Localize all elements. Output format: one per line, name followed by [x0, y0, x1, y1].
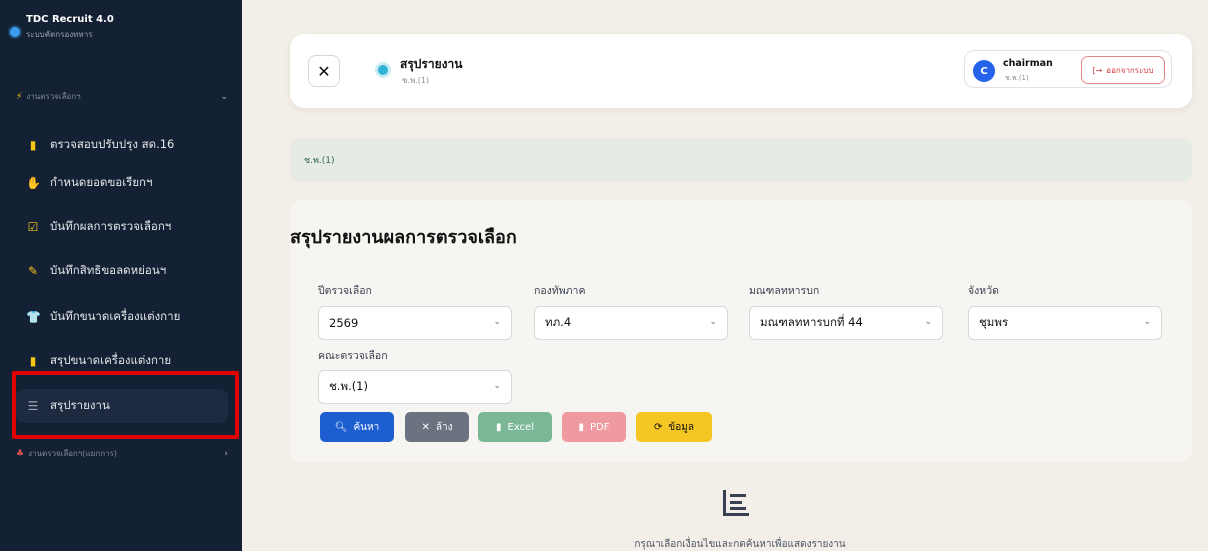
clipboard-icon: ▮: [29, 138, 37, 152]
sidebar-item-report-summary[interactable]: ☰ สรุปรายงาน: [16, 389, 228, 423]
committee-select[interactable]: ช.พ.(1) ⌄: [318, 370, 512, 404]
sidebar-item-quota[interactable]: ✋ กำหนดยอดขอเรียกฯ: [16, 166, 228, 200]
clear-label: ล้าง: [435, 421, 453, 433]
province-value: ชุมพร: [979, 315, 1009, 329]
breadcrumb-text: ช.พ.(1): [304, 156, 335, 166]
sidebar-item-label: สรุปขนาดเครื่องแต่งกาย: [50, 353, 172, 367]
sidebar-item-label: บันทึกขนาดเครื่องแต่งกาย: [50, 309, 181, 323]
sidebar-group-label: งานตรวจเลือกฯ(แยกการ): [28, 449, 117, 458]
year-value: 2569: [329, 316, 359, 330]
sidebar: TDC Recruit 4.0 ระบบคัดกรองทหาร ⚡ งานตรว…: [0, 0, 242, 551]
sidebar-item-record-results[interactable]: ☑ บันทึกผลการตรวจเลือกฯ: [16, 210, 228, 244]
sitemap-icon: ♣: [16, 448, 25, 459]
district-label: มณฑลทหารบก: [749, 285, 820, 297]
list-report-icon: [723, 490, 749, 516]
clear-button[interactable]: ✕ ล้าง: [405, 412, 469, 442]
data-button[interactable]: ⟳ ข้อมูล: [636, 412, 712, 442]
logout-button[interactable]: [→ ออกจากระบบ: [1081, 56, 1165, 84]
user-role: ช.พ.(1): [1005, 74, 1029, 82]
page-subtitle: ช.พ.(1): [402, 76, 430, 85]
search-label: ค้นหา: [353, 421, 380, 433]
year-label: ปีตรวจเลือก: [318, 285, 372, 297]
search-icon: 🔍︎: [334, 421, 348, 433]
sidebar-item-label: กำหนดยอดขอเรียกฯ: [50, 175, 153, 189]
status-dot-icon: [378, 65, 388, 75]
breadcrumb: ช.พ.(1): [290, 138, 1192, 182]
sidebar-item-label: ตรวจสอบปรับปรุง สด.16: [50, 137, 175, 151]
chevron-down-icon: ⌄: [924, 317, 932, 327]
excel-label: Excel: [507, 421, 535, 433]
district-select[interactable]: มณฑลทหารบกที่ 44 ⌄: [749, 306, 943, 340]
sidebar-item-uniform-summary[interactable]: ▮ สรุปขนาดเครื่องแต่งกาย: [16, 344, 228, 378]
page-title: สรุปรายงาน: [400, 57, 463, 71]
brand-dot-icon: [10, 27, 20, 37]
hand-icon: ✋: [26, 176, 41, 190]
sidebar-item-uniform-size[interactable]: 👕 บันทึกขนาดเครื่องแต่งกาย: [16, 300, 228, 334]
sidebar-group-inspection[interactable]: ⚡ งานตรวจเลือกฯ ⌄: [16, 90, 228, 103]
army-label: กองทัพภาค: [534, 285, 586, 297]
sidebar-item-deferment[interactable]: ✎ บันทึกสิทธิขอลดหย่อนฯ: [16, 254, 228, 288]
close-button[interactable]: ✕: [308, 55, 340, 87]
app-subtitle: ระบบคัดกรองทหาร: [26, 30, 93, 39]
logout-icon: [→: [1092, 65, 1103, 75]
committee-label: คณะตรวจเลือก: [318, 350, 388, 362]
chevron-down-icon: ⌄: [493, 317, 501, 327]
edit-doc-icon: ✎: [27, 264, 39, 278]
close-icon: ✕: [317, 61, 331, 81]
committee-value: ช.พ.(1): [329, 379, 368, 393]
sidebar-item-check-sd16[interactable]: ▮ ตรวจสอบปรับปรุง สด.16: [16, 128, 228, 162]
chevron-down-icon: ⌄: [493, 381, 501, 391]
empty-state-text: กรุณาเลือกเงื่อนไขและกดค้นหาเพื่อแสดงราย…: [634, 539, 846, 550]
file-excel-icon: ▮: [495, 421, 502, 433]
pdf-button[interactable]: ▮ PDF: [562, 412, 626, 442]
user-name: chairman: [1003, 58, 1053, 69]
app-title: TDC Recruit 4.0: [26, 14, 114, 25]
avatar[interactable]: C: [973, 60, 995, 82]
sidebar-item-label: บันทึกผลการตรวจเลือกฯ: [50, 219, 172, 233]
file-icon: ▮: [29, 354, 37, 368]
search-button[interactable]: 🔍︎ ค้นหา: [320, 412, 394, 442]
chevron-right-icon: ›: [224, 448, 228, 459]
year-select[interactable]: 2569 ⌄: [318, 306, 512, 340]
list-icon: ☰: [27, 399, 39, 413]
army-select[interactable]: ทภ.4 ⌄: [534, 306, 728, 340]
bolt-icon: ⚡: [16, 91, 23, 102]
data-label: ข้อมูล: [668, 421, 694, 433]
excel-button[interactable]: ▮ Excel: [478, 412, 552, 442]
province-select[interactable]: ชุมพร ⌄: [968, 306, 1162, 340]
sidebar-group-inspection-split[interactable]: ♣ งานตรวจเลือกฯ(แยกการ) ›: [16, 447, 228, 460]
province-label: จังหวัด: [968, 285, 999, 297]
chevron-down-icon: ⌄: [220, 91, 228, 102]
army-value: ทภ.4: [545, 315, 572, 329]
district-value: มณฑลทหารบกที่ 44: [760, 315, 863, 329]
sync-icon: ⟳: [654, 421, 663, 433]
brand: TDC Recruit 4.0 ระบบคัดกรองทหาร: [10, 14, 114, 41]
pdf-label: PDF: [590, 421, 610, 433]
file-pdf-icon: ▮: [578, 421, 585, 433]
chevron-down-icon: ⌄: [1143, 317, 1151, 327]
chevron-down-icon: ⌄: [709, 317, 717, 327]
header-card: ✕ สรุปรายงาน ช.พ.(1) C chairman ช.พ.(1) …: [290, 34, 1192, 108]
logout-label: ออกจากระบบ: [1106, 65, 1154, 75]
sidebar-item-label: บันทึกสิทธิขอลดหย่อนฯ: [50, 263, 167, 277]
checkbox-icon: ☑: [27, 220, 39, 234]
user-box: C chairman ช.พ.(1) [→ ออกจากระบบ: [964, 50, 1172, 88]
section-title: สรุปรายงานผลการตรวจเลือก: [290, 227, 517, 248]
shirt-icon: 👕: [26, 310, 41, 324]
sidebar-item-label: สรุปรายงาน: [50, 398, 110, 412]
close-icon: ✕: [421, 421, 430, 433]
sidebar-group-label: งานตรวจเลือกฯ: [26, 92, 81, 101]
